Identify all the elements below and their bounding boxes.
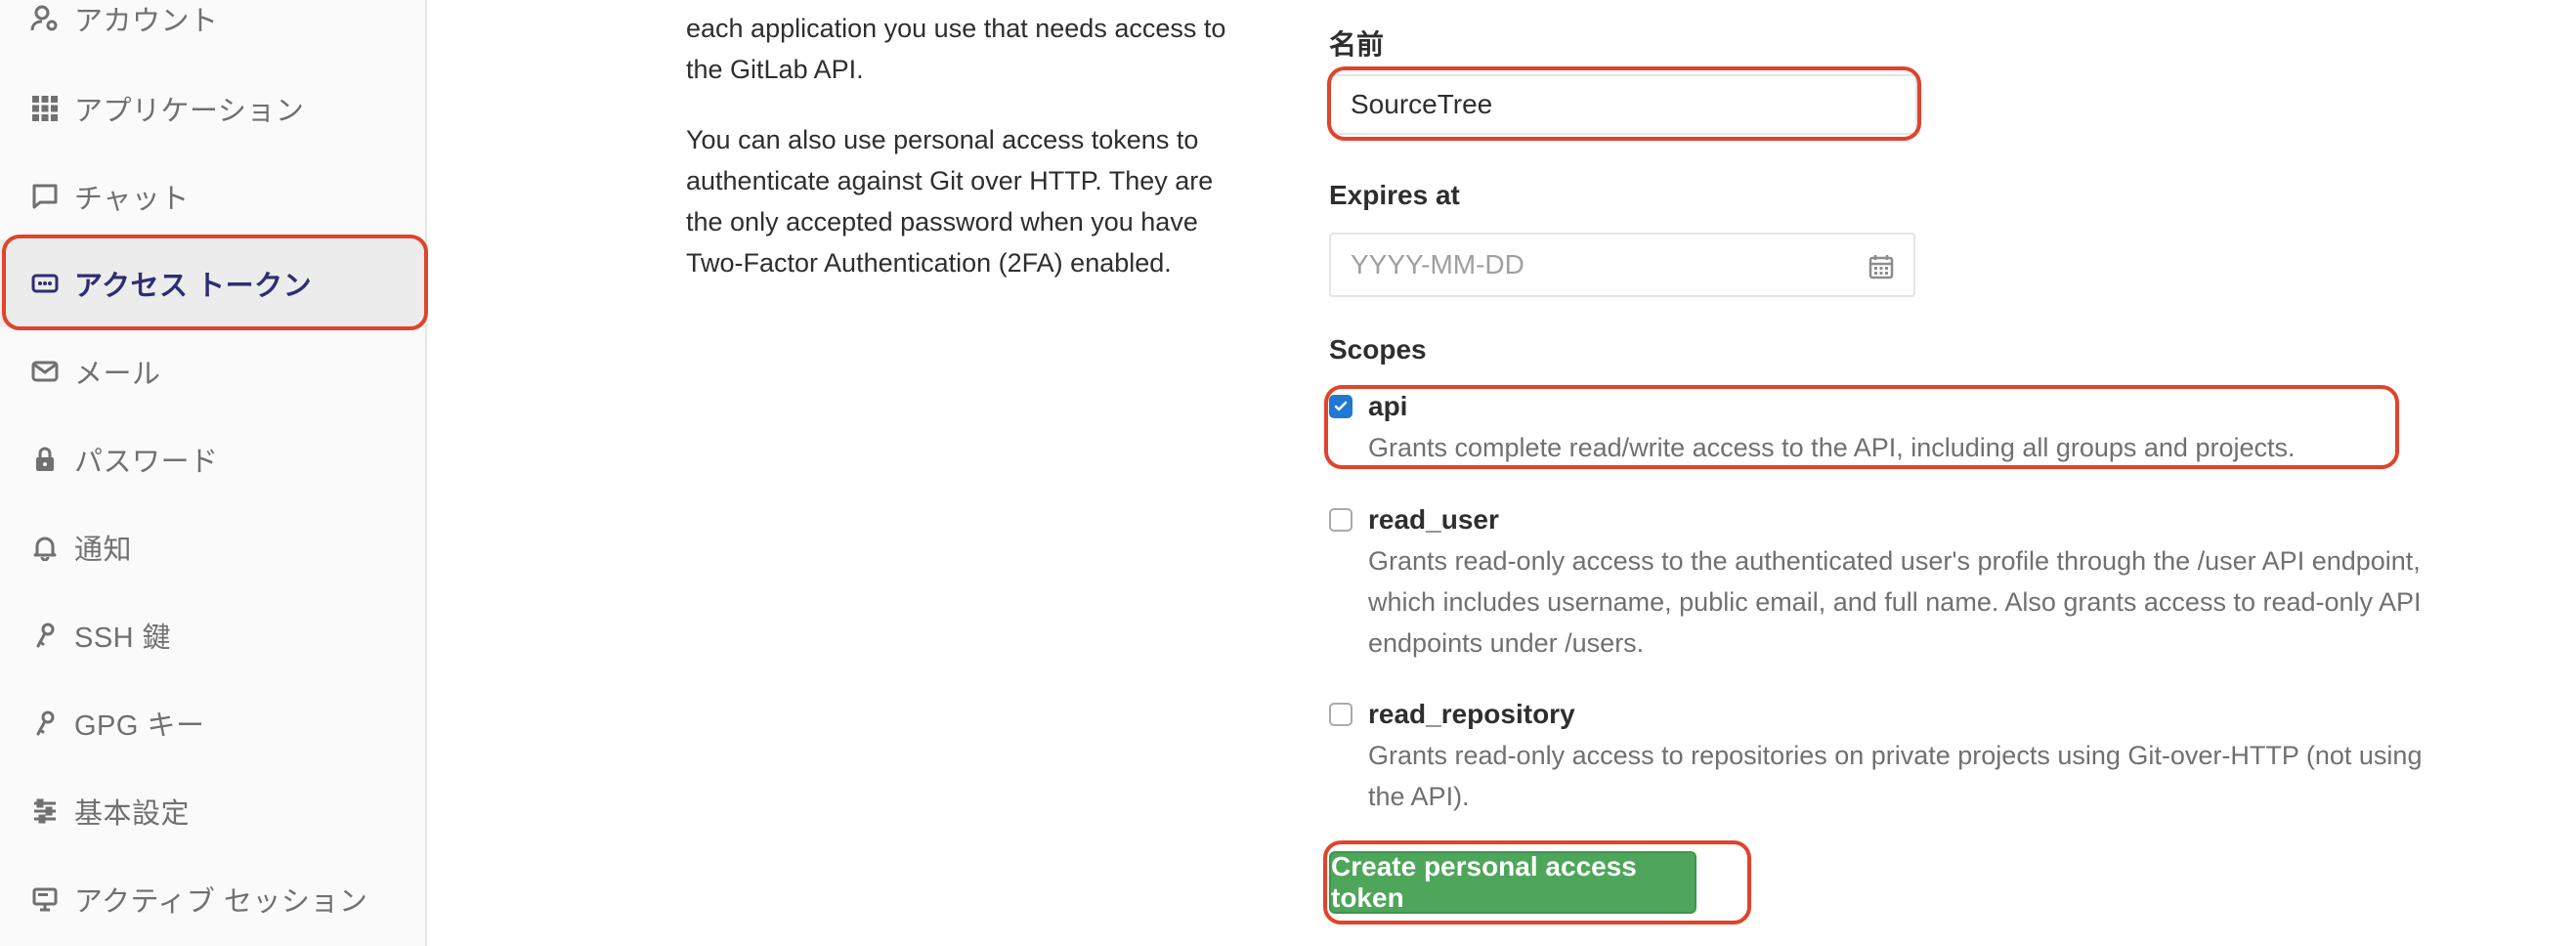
expires-label: Expires at	[1329, 180, 1460, 210]
sidebar-item-label: アプリケーション	[74, 96, 305, 127]
description-line: the only accepted password when you have	[686, 207, 1198, 236]
scope-desc-line: Grants read-only access to the authentic…	[1368, 546, 2421, 576]
scope-desc-line: which includes username, public email, a…	[1368, 587, 2422, 617]
api-scope-checkbox[interactable]	[1329, 395, 1352, 418]
read-repository-scope-name: read_repository	[1368, 699, 1575, 729]
sidebar-item-label: アクティブ セッション	[74, 886, 368, 918]
sidebar-item-active-sessions[interactable]: アクティブ セッション	[0, 855, 425, 943]
calendar-icon[interactable]	[1868, 254, 1894, 286]
sidebar-item-password[interactable]: パスワード	[0, 415, 425, 503]
chat-bubble-icon	[29, 181, 61, 212]
expires-date-input[interactable]: YYYY-MM-DD	[1329, 233, 1915, 297]
api-scope-description: Grants complete read/write access to the…	[1368, 427, 2541, 468]
sidebar-item-ssh-keys[interactable]: SSH 鍵	[0, 591, 425, 679]
sidebar-item-notifications[interactable]: 通知	[0, 503, 425, 591]
account-icon	[29, 3, 61, 34]
settings-sidebar: アカウント アプリケーション チャット アクセス トークン メール パスワード	[0, 0, 427, 946]
description-paragraph: each application you use that needs acce…	[686, 8, 1272, 90]
sidebar-item-label: パスワード	[74, 447, 219, 478]
sidebar-item-label: 通知	[74, 535, 133, 566]
monitor-icon	[29, 883, 61, 915]
key-icon	[29, 620, 61, 651]
scope-desc-line: Grants read-only access to repositories …	[1368, 741, 2423, 770]
name-label: 名前	[1329, 29, 1385, 60]
sidebar-item-label: アカウント	[74, 6, 219, 37]
expires-placeholder: YYYY-MM-DD	[1351, 249, 1524, 280]
name-input-value: SourceTree	[1351, 89, 1493, 119]
read-repository-scope-description: Grants read-only access to repositories …	[1368, 735, 2541, 817]
read-user-scope-description: Grants read-only access to the authentic…	[1368, 540, 2541, 664]
sidebar-item-access-tokens[interactable]: アクセス トークン	[0, 239, 425, 327]
scope-desc-line: endpoints under /users.	[1368, 628, 1645, 658]
sidebar-item-applications[interactable]: アプリケーション	[0, 64, 425, 152]
bell-icon	[29, 532, 61, 563]
read-repository-scope-checkbox[interactable]	[1329, 703, 1352, 726]
sidebar-item-label: 基本設定	[74, 798, 191, 830]
lock-icon	[29, 444, 61, 475]
sidebar-item-preferences[interactable]: 基本設定	[0, 767, 425, 855]
scopes-label: Scopes	[1329, 334, 1427, 365]
description-line: Two-Factor Authentication (2FA) enabled.	[686, 248, 1172, 278]
checkmark-icon	[1334, 401, 1348, 411]
scope-desc-line: the API).	[1368, 782, 1470, 811]
read-user-scope-name: read_user	[1368, 504, 1499, 535]
name-input[interactable]: SourceTree	[1329, 74, 1917, 135]
sliders-icon	[29, 796, 61, 827]
mail-icon	[29, 356, 61, 387]
description-line: You can also use personal access tokens …	[686, 125, 1199, 154]
sidebar-item-label: チャット	[74, 184, 190, 215]
sidebar-item-label: アクセス トークン	[74, 271, 313, 302]
sidebar-item-label: メール	[74, 359, 161, 390]
scope-desc-line: Grants complete read/write access to the…	[1368, 433, 2296, 462]
sidebar-item-label: SSH 鍵	[74, 623, 172, 654]
description-line: the GitLab API.	[686, 55, 864, 84]
access-token-icon	[29, 268, 61, 299]
create-token-button[interactable]: Create personal access token	[1329, 851, 1696, 914]
sidebar-item-label: GPG キー	[74, 710, 205, 742]
sidebar-item-email[interactable]: メール	[0, 327, 425, 415]
description-line: authenticate against Git over HTTP. They…	[686, 166, 1214, 195]
key-icon	[29, 708, 61, 739]
applications-grid-icon	[29, 93, 61, 124]
read-user-scope-checkbox[interactable]	[1329, 508, 1352, 532]
description-line: each application you use that needs acce…	[686, 14, 1226, 43]
api-scope-name: api	[1368, 391, 1408, 421]
description-paragraph: You can also use personal access tokens …	[686, 119, 1272, 283]
sidebar-item-gpg-keys[interactable]: GPG キー	[0, 679, 425, 767]
sidebar-item-chat[interactable]: チャット	[0, 152, 425, 240]
sidebar-item-account[interactable]: アカウント	[0, 0, 425, 63]
